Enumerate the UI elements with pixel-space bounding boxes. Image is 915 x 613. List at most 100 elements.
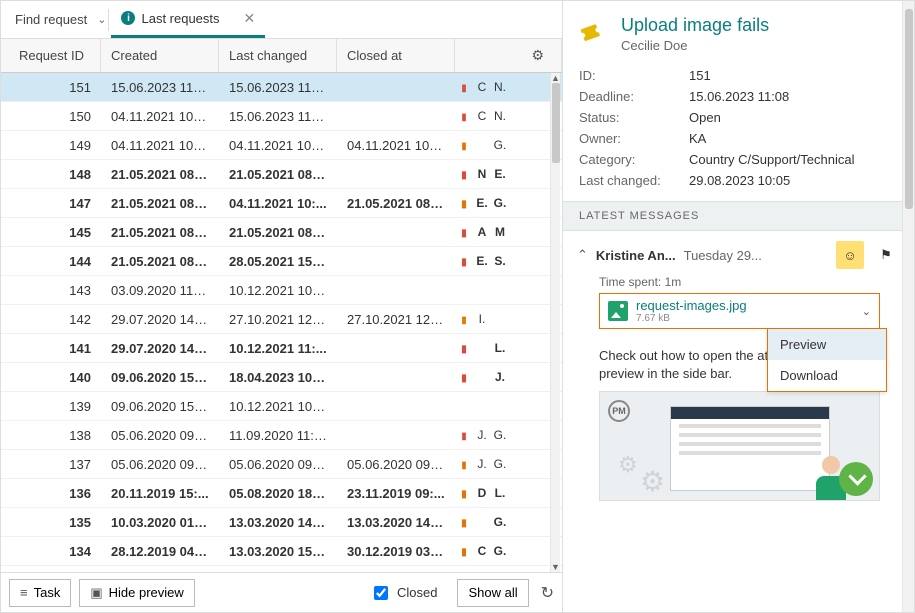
cell-changed: 13.03.2020 14:... [219, 515, 337, 530]
field-value: KA [689, 131, 706, 146]
cell-created: 21.05.2021 08:... [101, 225, 219, 240]
chevron-down-icon[interactable]: ⌄ [97, 13, 106, 26]
attachment-name: request-images.jpg [636, 298, 747, 313]
cell-flag [455, 80, 473, 94]
cell-flag [455, 544, 473, 558]
message-header: ⌃ Kristine An... Tuesday 29... ☺ ⚑ [577, 241, 900, 269]
closed-checkbox[interactable]: Closed [370, 583, 437, 603]
chevron-down-icon[interactable]: ⌄ [862, 305, 871, 318]
cell-c1: A [473, 225, 491, 239]
cell-id: 135 [1, 515, 101, 530]
table-row[interactable]: 14904.11.2021 10:2804.11.2021 10:3004.11… [1, 131, 562, 160]
cell-c2: E. [491, 167, 509, 181]
cell-c1: C [473, 544, 491, 558]
cell-id: 145 [1, 225, 101, 240]
emoji-icon[interactable]: ☺ [836, 241, 864, 269]
cell-created: 03.09.2020 11:50 [101, 283, 219, 298]
cell-c2: M [491, 225, 509, 239]
cell-changed: 28.05.2021 15:... [219, 254, 337, 269]
menu-download[interactable]: Download [768, 360, 886, 391]
table-row[interactable]: 15004.11.2021 10:3015.06.2023 11:03CN. [1, 102, 562, 131]
table-row[interactable]: 13510.03.2020 01:...13.03.2020 14:...13.… [1, 508, 562, 537]
checkbox-input[interactable] [374, 586, 388, 600]
collapse-icon[interactable]: ⌃ [577, 247, 588, 263]
table-row[interactable]: 14129.07.2020 14:...10.12.2021 11:...L. [1, 334, 562, 363]
attachment-preview-image: PM ⚙ ⚙ [599, 391, 880, 501]
cell-created: 05.06.2020 09:26 [101, 457, 219, 472]
task-button[interactable]: ≡ Task [9, 579, 71, 607]
table-row[interactable]: 13705.06.2020 09:2605.06.2020 09:3305.06… [1, 450, 562, 479]
cell-closed: 23.11.2019 09:... [337, 486, 455, 501]
tab-separator [108, 9, 109, 31]
table-row[interactable]: 14229.07.2020 14:5527.10.2021 12:4127.10… [1, 305, 562, 334]
cell-c2: G. [491, 457, 509, 471]
cell-created: 04.11.2021 10:30 [101, 109, 219, 124]
pm-badge-icon: PM [608, 400, 630, 422]
table-row[interactable]: 14821.05.2021 08:...21.05.2021 08:...NE. [1, 160, 562, 189]
cell-id: 136 [1, 486, 101, 501]
table-row[interactable]: 15115.06.2023 11:0815.06.2023 11:16CN. [1, 73, 562, 102]
gear-icon[interactable]: ⚙ [531, 47, 544, 64]
table-header: Request ID Created Last changed Closed a… [1, 39, 562, 73]
cell-id: 151 [1, 80, 101, 95]
message-area: ⌃ Kristine An... Tuesday 29... ☺ ⚑ Time … [563, 231, 914, 612]
scroll-thumb[interactable] [905, 9, 913, 209]
cell-changed: 10.12.2021 10:17 [219, 283, 337, 298]
cell-c2: G. [491, 515, 509, 529]
ticket-icon [575, 11, 613, 49]
show-all-button[interactable]: Show all [457, 579, 528, 607]
cell-closed: 30.12.2019 03:... [337, 544, 455, 559]
table-row[interactable]: 14521.05.2021 08:...21.05.2021 08:...AM [1, 218, 562, 247]
cell-changed: 13.03.2020 15:... [219, 544, 337, 559]
table-row[interactable]: 13805.06.2020 09:3511.09.2020 11:47J.G. [1, 421, 562, 450]
table-row[interactable]: 14421.05.2021 08:...28.05.2021 15:...E.S… [1, 247, 562, 276]
cell-c2: G. [491, 138, 509, 152]
cell-c1: J. [473, 457, 491, 471]
refresh-icon[interactable]: ↻ [541, 583, 554, 603]
col-created[interactable]: Created [101, 39, 219, 72]
right-scrollbar[interactable] [902, 1, 914, 612]
panel-icon: ▣ [90, 585, 102, 601]
flag-icon[interactable]: ⚑ [872, 241, 900, 269]
vertical-scrollbar[interactable]: ▲ ▼ [550, 73, 560, 572]
table-row[interactable]: 14009.06.2020 15:...18.04.2023 10:...J. [1, 363, 562, 392]
tab-last-requests[interactable]: i Last requests ✕ [111, 1, 265, 38]
table-row[interactable]: 14303.09.2020 11:5010.12.2021 10:17 [1, 276, 562, 305]
table-row[interactable]: 14721.05.2021 08:...04.11.2021 10:...21.… [1, 189, 562, 218]
table-row[interactable]: 13620.11.2019 15:...05.08.2020 18:...23.… [1, 479, 562, 508]
scroll-up-icon[interactable]: ▲ [551, 73, 560, 83]
close-icon[interactable]: ✕ [244, 10, 256, 27]
field-label: Owner: [579, 131, 689, 146]
cell-c1: J. [473, 428, 491, 442]
cell-created: 29.07.2020 14:... [101, 341, 219, 356]
field-label: ID: [579, 68, 689, 83]
attachment-row[interactable]: request-images.jpg 7.67 kB ⌄ Preview Dow… [599, 293, 880, 329]
col-request-id[interactable]: Request ID [1, 39, 101, 72]
cell-changed: 04.11.2021 10:... [219, 196, 337, 211]
table-row[interactable]: 13428.12.2019 04:...13.03.2020 15:...30.… [1, 537, 562, 566]
detail-fields: ID:151 Deadline:15.06.2023 11:08 Status:… [563, 61, 914, 201]
scroll-down-icon[interactable]: ▼ [551, 562, 560, 572]
cell-c2: L. [491, 486, 509, 500]
cell-c1: N [473, 167, 491, 181]
tab-label: Last requests [141, 11, 219, 26]
cell-id: 150 [1, 109, 101, 124]
image-file-icon [608, 301, 628, 321]
col-closed-at[interactable]: Closed at [337, 39, 455, 72]
col-last-changed[interactable]: Last changed [219, 39, 337, 72]
cell-closed: 05.06.2020 09:33 [337, 457, 455, 472]
hide-preview-button[interactable]: ▣ Hide preview [79, 579, 194, 607]
cell-c1: E. [473, 254, 491, 268]
table-row[interactable]: 13909.06.2020 15:0710.12.2021 10:16 [1, 392, 562, 421]
cell-c2: J. [491, 370, 509, 384]
tab-find-request[interactable]: Find request [5, 1, 97, 38]
cell-changed: 11.09.2020 11:47 [219, 428, 337, 443]
cell-id: 144 [1, 254, 101, 269]
cell-c2: L. [491, 341, 509, 355]
menu-preview[interactable]: Preview [768, 329, 886, 360]
table-row[interactable]: 13327.12.2019 20:...20.05.2021 15:...31.… [1, 566, 562, 572]
cell-flag [455, 428, 473, 442]
scroll-thumb[interactable] [552, 83, 560, 163]
cell-flag [455, 370, 473, 384]
col-c1 [473, 39, 491, 72]
